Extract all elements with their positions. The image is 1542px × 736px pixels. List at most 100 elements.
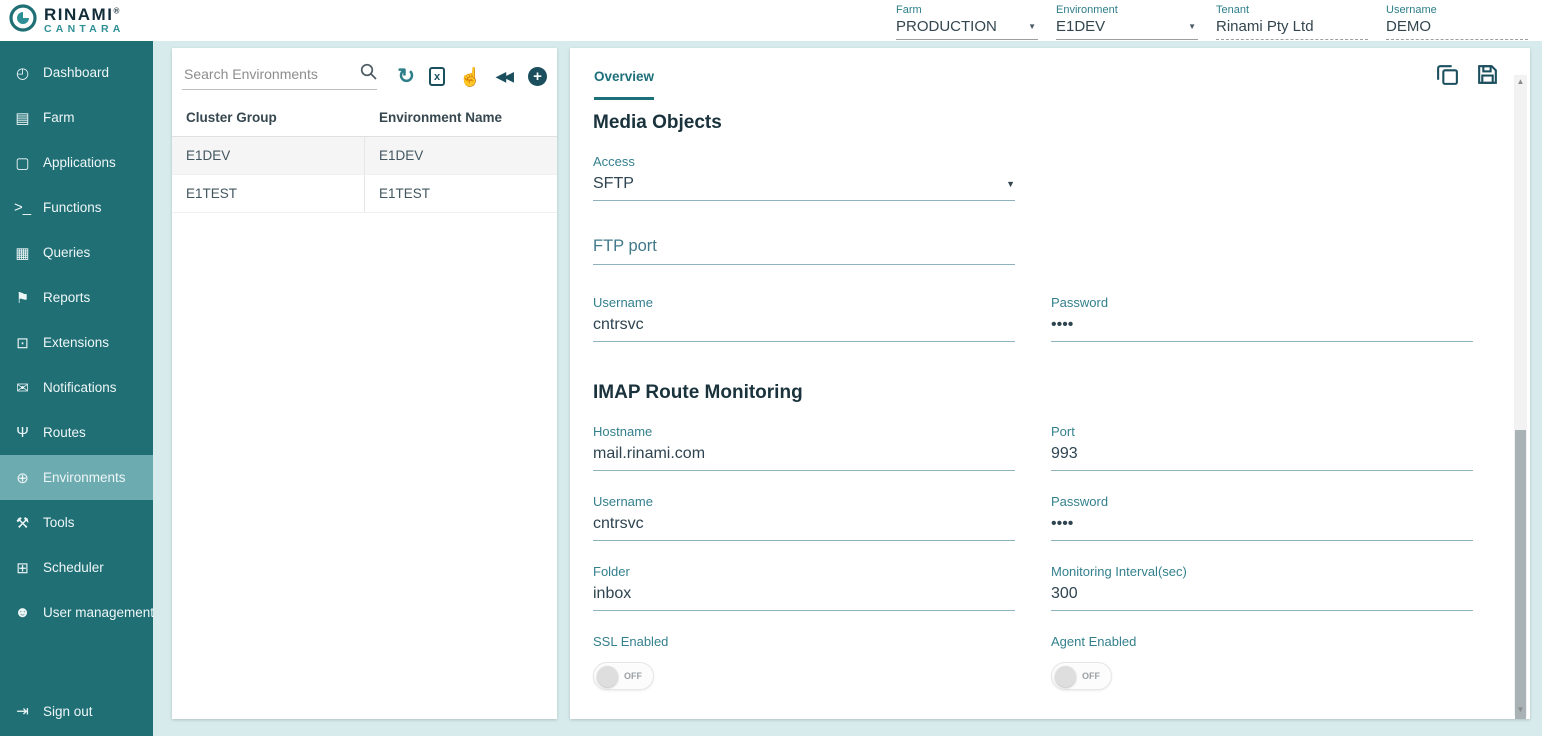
farm-value: PRODUCTION [896,18,997,35]
copy-icon[interactable] [1435,62,1460,92]
sidebar-item-routes[interactable]: Ψ Routes [0,410,153,455]
sidebar-item-scheduler[interactable]: ⊞ Scheduler [0,545,153,590]
environment-select[interactable]: Environment E1DEV ▼ [1056,4,1198,40]
cell-cluster-group[interactable]: E1DEV [172,137,365,174]
wrench-icon: ⚒ [13,514,32,532]
search-input[interactable] [182,65,354,83]
environment-value: E1DEV [1056,18,1105,35]
sidebar-item-reports[interactable]: ⚑ Reports [0,275,153,320]
tenant-value: Rinami Pty Ltd [1216,18,1314,35]
sidebar-item-notifications[interactable]: ✉ Notifications [0,365,153,410]
app-logo: RINAMI® CANTARA [8,3,125,38]
access-label: Access [593,154,1015,169]
ssl-enabled-field: SSL Enabled OFF [593,634,1015,690]
sidebar-item-label: Dashboard [43,65,109,80]
sidebar-item-dashboard[interactable]: ◴ Dashboard [0,50,153,95]
column-header-environment-name: Environment Name [365,99,557,136]
media-password-field[interactable]: Password •••• [1051,295,1473,342]
envelope-icon: ✉ [13,379,32,397]
refresh-icon[interactable]: ↻ [397,66,415,87]
applications-icon: ▢ [13,154,32,172]
username-label: Username [1386,4,1528,16]
chevron-down-icon: ▼ [1006,179,1015,189]
dashboard-icon: ◴ [13,64,32,82]
agent-enabled-label: Agent Enabled [1051,634,1473,649]
monitoring-interval-field[interactable]: Monitoring Interval(sec) 300 [1051,564,1473,611]
calendar-icon: ⊞ [13,559,32,577]
first-page-icon[interactable]: ◀◀ [495,68,514,85]
search-icon[interactable] [360,63,377,85]
flag-icon: ⚑ [13,289,32,307]
export-excel-icon[interactable]: x [429,67,445,86]
sidebar-item-queries[interactable]: ▦ Queries [0,230,153,275]
sidebar-item-functions[interactable]: >_ Functions [0,185,153,230]
tab-overview[interactable]: Overview [594,69,654,100]
imap-username-field[interactable]: Username cntrsvc [593,494,1015,541]
sidebar-item-label: Reports [43,290,90,305]
scroll-up-icon[interactable]: ▲ [1514,77,1527,86]
sidebar-item-user-management[interactable]: ☻ User management [0,590,153,635]
sidebar-item-label: Scheduler [43,560,104,575]
sidebar-item-tools[interactable]: ⚒ Tools [0,500,153,545]
logo-name: RINAMI® [44,6,125,24]
vertical-scrollbar[interactable]: ▲ ▼ [1514,75,1527,716]
ftp-port-field[interactable]: FTP port [593,237,1015,265]
media-password-value: •••• [1051,316,1073,334]
farm-select[interactable]: Farm PRODUCTION ▼ [896,4,1038,40]
table-row[interactable]: E1DEV E1DEV [172,137,557,175]
agent-enabled-toggle[interactable]: OFF [1051,662,1112,690]
sidebar-spacer [0,635,153,692]
sign-out-icon: ⇥ [13,702,32,720]
port-value: 993 [1051,445,1078,463]
save-icon[interactable] [1475,62,1500,92]
table-row[interactable]: E1TEST E1TEST [172,175,557,213]
media-username-value: cntrsvc [593,316,644,334]
sign-out-button[interactable]: ⇥ Sign out [0,692,153,730]
media-username-field[interactable]: Username cntrsvc [593,295,1015,342]
folder-field[interactable]: Folder inbox [593,564,1015,611]
port-field[interactable]: Port 993 [1051,424,1473,471]
terminal-icon: >_ [13,199,32,216]
users-icon: ☻ [13,604,32,621]
access-value: SFTP [593,175,634,193]
cell-cluster-group[interactable]: E1TEST [172,175,365,212]
toggle-knob [1055,666,1076,687]
imap-username-value: cntrsvc [593,515,644,533]
logo-subname: CANTARA [44,24,125,35]
access-field[interactable]: Access SFTP ▼ [593,154,1015,201]
scroll-down-icon[interactable]: ▼ [1514,705,1527,714]
sidebar-item-label: Routes [43,425,86,440]
globe-icon: ⊕ [13,469,32,487]
ssl-enabled-label: SSL Enabled [593,634,1015,649]
imap-password-value: •••• [1051,515,1073,533]
detail-tabbar: Overview [570,48,1530,100]
username-value: DEMO [1386,18,1431,35]
list-toolbar: ↻ x ☝ ◀◀ + [172,48,557,99]
hostname-label: Hostname [593,424,1015,439]
sidebar-item-label: Queries [43,245,90,260]
list-actions: ↻ x ☝ ◀◀ + [397,66,547,87]
sidebar-item-extensions[interactable]: ⊡ Extensions [0,320,153,365]
cell-environment-name[interactable]: E1TEST [365,175,557,212]
select-hand-icon[interactable]: ☝ [459,68,481,86]
scrollbar-thumb[interactable] [1515,430,1526,719]
environments-list-panel: ↻ x ☝ ◀◀ + Cluster Group Environment Nam… [172,48,557,719]
hostname-field[interactable]: Hostname mail.rinami.com [593,424,1015,471]
add-environment-icon[interactable]: + [528,67,547,86]
section-title-media-objects: Media Objects [593,112,1473,134]
search-field[interactable] [182,63,377,90]
sidebar-item-environments[interactable]: ⊕ Environments [0,455,153,500]
cell-environment-name[interactable]: E1DEV [365,137,557,174]
sidebar-item-applications[interactable]: ▢ Applications [0,140,153,185]
sidebar-item-farm[interactable]: ▤ Farm [0,95,153,140]
header-fields: Farm PRODUCTION ▼ Environment E1DEV ▼ Te… [896,1,1528,40]
imap-password-field[interactable]: Password •••• [1051,494,1473,541]
extensions-icon: ⊡ [13,334,32,352]
detail-actions [1435,62,1500,92]
sidebar-item-label: Applications [43,155,116,170]
agent-enabled-field: Agent Enabled OFF [1051,634,1473,690]
detail-body: Media Objects Access SFTP ▼ FTP port [570,112,1530,690]
sidebar-item-label: Environments [43,470,126,485]
ssl-enabled-toggle[interactable]: OFF [593,662,654,690]
toggle-state-label: OFF [1082,671,1100,681]
